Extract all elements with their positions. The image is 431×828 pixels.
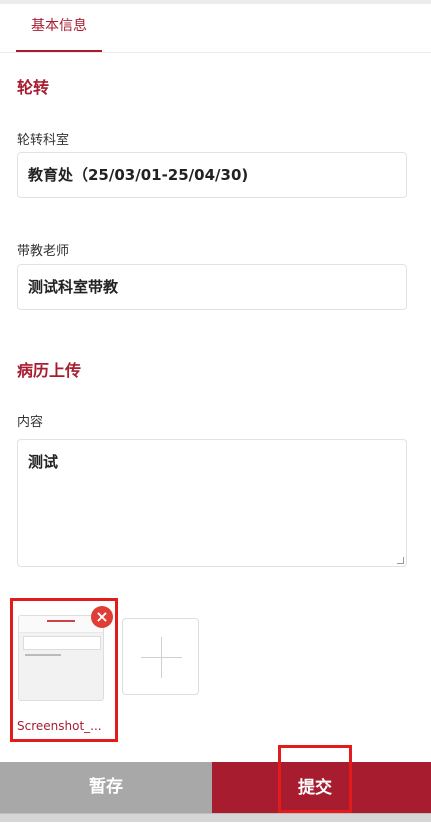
teacher-field[interactable]: 测试科室带教 xyxy=(17,264,407,310)
thumbnail-tab-mark xyxy=(47,620,75,622)
resize-handle[interactable] xyxy=(397,557,404,564)
submit-label: 提交 xyxy=(278,745,352,813)
content-textarea[interactable]: 测试 xyxy=(17,439,407,567)
teacher-label: 带教老师 xyxy=(17,244,70,259)
footer-bar: 暂存 提交 xyxy=(0,745,431,813)
save-draft-button[interactable]: 暂存 xyxy=(0,762,212,813)
thumbnail-line xyxy=(25,654,61,656)
attachment-item: × Screenshot_... xyxy=(10,598,118,742)
content-label: 内容 xyxy=(17,415,44,430)
attachment-file-name: Screenshot_... xyxy=(17,719,102,733)
section-title-rotation: 轮转 xyxy=(17,78,50,97)
submit-button[interactable]: 提交 xyxy=(212,745,431,813)
tab-basic-info[interactable]: 基本信息 xyxy=(16,4,102,52)
department-label: 轮转科室 xyxy=(17,133,70,148)
content-text: 测试 xyxy=(28,453,59,471)
remove-attachment-icon[interactable]: × xyxy=(91,606,113,628)
attachment-thumbnail[interactable] xyxy=(18,615,104,701)
thumbnail-field xyxy=(23,636,101,650)
department-field[interactable]: 教育处（25/03/01-25/04/30) xyxy=(17,152,407,198)
tab-bar: 基本信息 xyxy=(0,4,431,53)
add-attachment-button[interactable] xyxy=(122,618,199,695)
plus-icon-vertical xyxy=(161,637,162,678)
section-title-upload: 病历上传 xyxy=(17,361,82,380)
